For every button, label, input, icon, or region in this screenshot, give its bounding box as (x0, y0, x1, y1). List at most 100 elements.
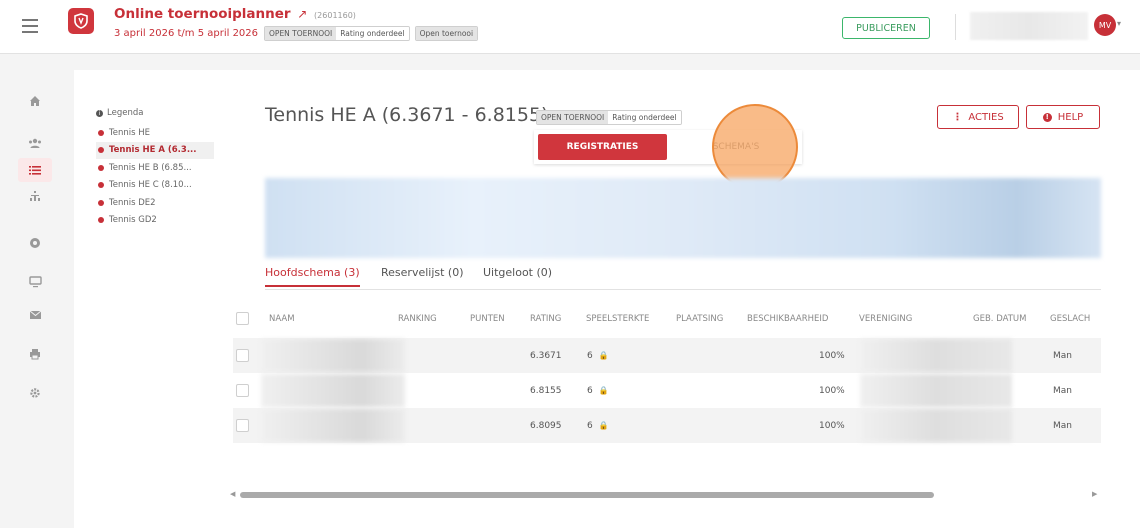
legend-title: i Legenda (96, 108, 236, 118)
legend: i Legenda Tennis HE Tennis HE A (6.3... … (96, 108, 236, 229)
more-vertical-icon: ⋮ (952, 111, 963, 123)
chip-open-toernooi: OPEN TOERNOOI (265, 27, 337, 40)
alert-icon: ! (1042, 112, 1052, 122)
publish-button[interactable]: PUBLICEREN (842, 17, 930, 39)
user-info-redacted (970, 12, 1088, 40)
col-geb-datum[interactable]: GEB. DATUM (973, 314, 1027, 324)
table-row[interactable]: 6.8095 6 🔒 100% Man (233, 408, 1101, 443)
legend-item[interactable]: Tennis HE C (8.10... (96, 177, 236, 195)
legend-item-active[interactable]: Tennis HE A (6.3... (96, 141, 214, 159)
col-beschikbaarheid[interactable]: BESCHIKBAARHEID (747, 314, 828, 324)
cell-speelsterkte: 6 🔒 (587, 351, 609, 361)
speelsterkte-value: 6 (587, 386, 593, 396)
player-name-redacted (261, 409, 405, 442)
legend-title-text: Legenda (107, 108, 144, 118)
tab-uitgeloot[interactable]: Uitgeloot (0) (483, 266, 552, 285)
col-naam[interactable]: NAAM (269, 314, 295, 324)
shield-icon (74, 13, 88, 29)
red-dot-icon (98, 182, 104, 189)
external-link-icon[interactable]: ↗ (297, 7, 307, 21)
legend-item-label: Tennis HE B (6.85... (109, 162, 192, 173)
chip-rating-onderdeel: Rating onderdeel (336, 27, 409, 40)
horizontal-scrollbar[interactable] (240, 492, 934, 498)
select-all-checkbox[interactable] (236, 312, 249, 325)
ball-icon[interactable] (26, 234, 44, 252)
header-divider (955, 14, 956, 40)
legend-item[interactable]: Tennis DE2 (96, 194, 236, 212)
legend-item-label: Tennis HE C (8.10... (109, 180, 192, 191)
tournament-type-chips: OPEN TOERNOOI Rating onderdeel (264, 26, 410, 41)
tab-hoofdschema[interactable]: Hoofdschema (3) (265, 266, 360, 287)
row-checkbox[interactable] (236, 419, 249, 432)
banner-redacted (265, 178, 1101, 258)
monitor-icon[interactable] (26, 273, 44, 291)
legend-item-label: Tennis HE A (6.3... (109, 145, 197, 156)
app-title-text[interactable]: Online toernooiplanner (114, 6, 291, 22)
red-dot-icon (98, 164, 104, 171)
red-dot-icon (98, 217, 104, 224)
tournament-kind-chip: Open toernooi (414, 26, 479, 41)
actions-button[interactable]: ⋮ ACTIES (937, 105, 1019, 129)
cell-geslacht: Man (1053, 351, 1072, 361)
speelsterkte-value: 6 (587, 421, 593, 431)
scroll-right-arrow-icon[interactable]: ▶ (1092, 490, 1097, 498)
cell-rating: 6.8155 (530, 386, 562, 396)
scroll-left-arrow-icon[interactable]: ◀ (230, 490, 235, 498)
speelsterkte-value: 6 (587, 351, 593, 361)
users-icon[interactable] (26, 134, 44, 152)
settings-icon[interactable] (26, 384, 44, 402)
cell-geslacht: Man (1053, 386, 1072, 396)
row-checkbox[interactable] (236, 349, 249, 362)
tournament-id: (2601160) (314, 11, 356, 20)
list-icon[interactable] (18, 158, 52, 182)
red-dot-icon (98, 199, 104, 206)
app-title[interactable]: Online toernooiplanner ↗ (2601160) (114, 6, 356, 22)
view-switcher: REGISTRATIES SCHEMA'S (534, 130, 802, 164)
tab-registraties[interactable]: REGISTRATIES (538, 134, 667, 160)
col-ranking[interactable]: RANKING (398, 314, 437, 324)
legend-item-label: Tennis DE2 (109, 197, 156, 208)
cell-rating: 6.3671 (530, 351, 562, 361)
cell-beschikbaarheid: 100% (819, 421, 845, 431)
menu-icon[interactable] (22, 19, 38, 33)
col-plaatsing[interactable]: PLAATSING (676, 314, 723, 324)
tab-schemas[interactable]: SCHEMA'S (674, 134, 798, 160)
avatar[interactable]: MV (1094, 14, 1116, 36)
help-label: HELP (1057, 111, 1084, 123)
event-type-chips: OPEN TOERNOOI Rating onderdeel (536, 110, 682, 125)
col-vereniging[interactable]: VERENIGING (859, 314, 912, 324)
tab-reservelijst[interactable]: Reservelijst (0) (381, 266, 464, 285)
table-row[interactable]: 6.3671 6 🔒 100% Man (233, 338, 1101, 373)
cell-speelsterkte: 6 🔒 (587, 386, 609, 396)
actions-label: ACTIES (968, 111, 1004, 123)
table-row[interactable]: 6.8155 6 🔒 100% Man (233, 373, 1101, 408)
print-icon[interactable] (26, 345, 44, 363)
cell-beschikbaarheid: 100% (819, 386, 845, 396)
legend-item[interactable]: Tennis HE B (6.85... (96, 159, 236, 177)
app-logo (68, 8, 94, 34)
col-speelsterkte[interactable]: SPEELSTERKTE (586, 314, 649, 324)
club-redacted (860, 409, 1012, 442)
help-button[interactable]: ! HELP (1026, 105, 1100, 129)
lock-icon: 🔒 (598, 351, 609, 360)
col-geslacht[interactable]: GESLACH (1050, 314, 1090, 324)
chevron-down-icon[interactable]: ▾ (1117, 19, 1121, 28)
club-redacted (860, 374, 1012, 407)
col-rating[interactable]: RATING (530, 314, 561, 324)
cell-beschikbaarheid: 100% (819, 351, 845, 361)
red-dot-icon (98, 147, 104, 154)
mail-icon[interactable] (26, 306, 44, 324)
chip-open-toernooi: OPEN TOERNOOI (537, 111, 609, 124)
hierarchy-icon[interactable] (26, 187, 44, 205)
col-punten[interactable]: PUNTEN (470, 314, 505, 324)
legend-item-label: Tennis GD2 (109, 215, 157, 226)
player-name-redacted (261, 374, 405, 407)
row-checkbox[interactable] (236, 384, 249, 397)
icon-rail (0, 54, 70, 528)
chip-open-toernooi-kind: Open toernooi (415, 27, 478, 40)
legend-item[interactable]: Tennis GD2 (96, 212, 236, 230)
tournament-dates: 3 april 2026 t/m 5 april 2026 (114, 28, 259, 39)
home-icon[interactable] (26, 92, 44, 110)
draw-tabs: Hoofdschema (3) Reservelijst (0) Uitgelo… (265, 266, 1101, 290)
legend-item[interactable]: Tennis HE (96, 124, 236, 142)
